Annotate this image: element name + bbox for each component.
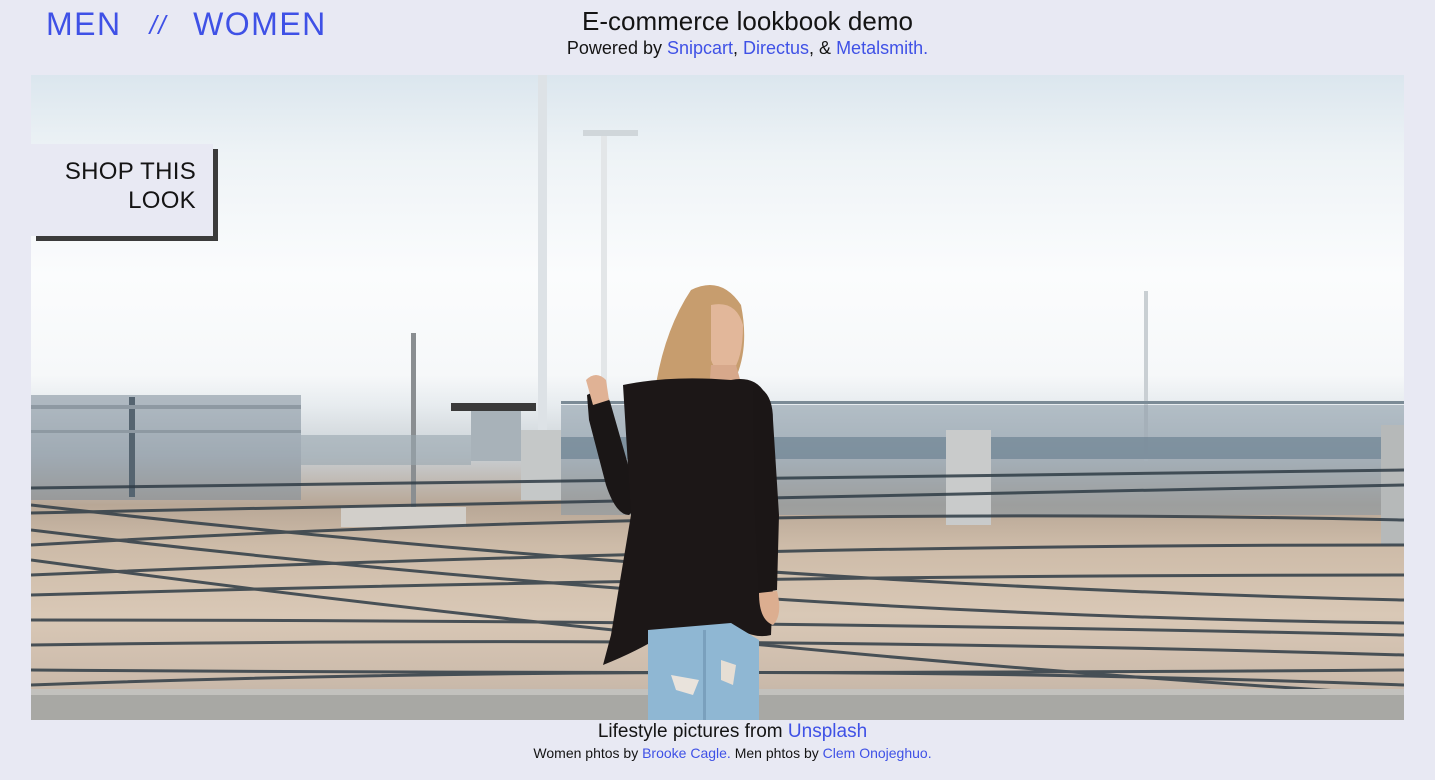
powered-sep-1: ,	[733, 38, 744, 58]
men-credit-prefix: Men phtos by	[730, 745, 823, 761]
unsplash-link[interactable]: Unsplash	[788, 721, 867, 742]
model-figure	[586, 285, 780, 720]
powered-sep-2: , &	[809, 38, 837, 58]
metalsmith-link[interactable]: Metalsmith.	[836, 38, 928, 58]
shop-this-look-button[interactable]: SHOP THIS LOOK	[31, 144, 213, 236]
hero-photo	[31, 75, 1404, 720]
photo-credits: Lifestyle pictures from Unsplash	[30, 720, 1435, 744]
directus-link[interactable]: Directus	[743, 38, 809, 58]
lookbook-hero-image[interactable]	[31, 75, 1404, 720]
women-credit-prefix: Women phtos by	[533, 745, 643, 761]
shop-button-line1: SHOP THIS	[64, 158, 196, 185]
snipcart-link[interactable]: Snipcart	[667, 38, 733, 58]
shop-button-line2: LOOK	[128, 187, 196, 214]
credits-prefix: Lifestyle pictures from	[597, 721, 788, 742]
page-title: E-commerce lookbook demo	[582, 6, 913, 36]
clem-onojeghuo-link[interactable]: Clem Onojeghuo.	[823, 745, 932, 761]
brooke-cagle-link[interactable]: Brooke Cagle.	[642, 745, 731, 761]
powered-by-text: Powered by	[566, 38, 667, 58]
powered-by-line: Powered by Snipcart, Directus, & Metalsm…	[60, 36, 1435, 60]
photographer-credits: Women phtos by Brooke Cagle. Men phtos b…	[30, 744, 1435, 762]
site-header: E-commerce lookbook demo Powered by Snip…	[0, 6, 1435, 60]
